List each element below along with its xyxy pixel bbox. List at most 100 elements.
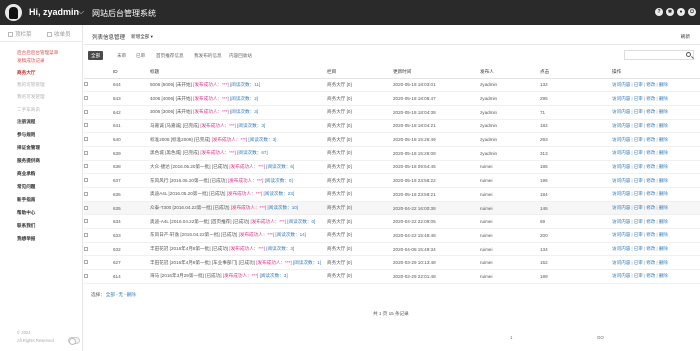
bulk-delete-link[interactable]: 删除 bbox=[127, 292, 136, 297]
row-review-link[interactable]: 已审 bbox=[634, 96, 643, 101]
table-row[interactable]: 642 3006 [3006] [未开始] [发布成功人：***] [阅读次数：3… bbox=[84, 105, 700, 120]
sidebar-item-publish-log[interactable]: 发稿成功记录 bbox=[17, 58, 45, 64]
row-edit-link[interactable]: 修改 bbox=[646, 273, 655, 278]
row-checkbox[interactable] bbox=[84, 123, 88, 128]
row-title-name[interactable]: 丰田花冠 bbox=[150, 260, 168, 265]
sidebar-item-admin-menu[interactable]: 后台后后台管理菜单 bbox=[17, 50, 58, 56]
row-title-name[interactable]: 5006 bbox=[150, 82, 160, 87]
row-review-link[interactable]: 已审 bbox=[634, 164, 643, 169]
row-delete-link[interactable]: 删除 bbox=[659, 109, 668, 114]
row-checkbox[interactable] bbox=[84, 137, 88, 142]
chevron-down-icon[interactable]: ⌵ bbox=[78, 7, 84, 17]
user-greeting[interactable]: Hi, zyadmin bbox=[29, 7, 79, 17]
row-title[interactable]: 5006 [5006] [未开始] [发布成功人：***] [阅读次数：11] bbox=[150, 78, 327, 93]
row-edit-link[interactable]: 修改 bbox=[646, 178, 655, 183]
row-visit-link[interactable]: 访问内容 bbox=[612, 164, 630, 169]
row-review-link[interactable]: 已审 bbox=[634, 109, 643, 114]
sidebar-item-deposit[interactable]: 择证金管理 bbox=[17, 145, 40, 151]
row-edit-link[interactable]: 修改 bbox=[646, 96, 655, 101]
row-delete-link[interactable]: 删除 bbox=[659, 219, 668, 224]
row-edit-link[interactable]: 修改 bbox=[646, 219, 655, 224]
row-review-link[interactable]: 已审 bbox=[634, 273, 643, 278]
sidebar-item-guide[interactable]: 新手指南 bbox=[17, 197, 35, 203]
row-title-name[interactable]: 4006 bbox=[150, 96, 160, 101]
sidebar-item-my-manage[interactable]: 我的可管管理 bbox=[17, 82, 45, 88]
row-visit-link[interactable]: 访问内容 bbox=[612, 82, 630, 87]
table-row[interactable]: 627 丰田花冠 [2016年4月8第一批] [车业事部门] [已成功] [发布成… bbox=[84, 255, 700, 271]
row-visit-link[interactable]: 访问内容 bbox=[612, 205, 630, 210]
filter-my-posts[interactable]: 我发布的信息 bbox=[191, 51, 225, 60]
filter-home-recommend[interactable]: 首页推荐信息 bbox=[153, 51, 187, 60]
search-icon[interactable] bbox=[686, 52, 691, 57]
row-checkbox[interactable] bbox=[84, 82, 88, 87]
table-row[interactable]: 644 5006 [5006] [未开始] [发布成功人：***] [阅读次数：1… bbox=[84, 78, 700, 93]
row-title[interactable]: 大众-捷达 [2016.05.20第一批] [已成功] [发布成功人：***] … bbox=[150, 160, 327, 175]
row-title-name[interactable]: 丰田花冠 bbox=[150, 246, 168, 251]
row-title-name[interactable]: 马嘉诚 bbox=[150, 123, 164, 128]
sidebar-item-report[interactable]: 我想举报 bbox=[17, 236, 35, 242]
tab-top-menu[interactable]: 顶栏菜 bbox=[8, 30, 32, 38]
filter-reviewed[interactable]: 已审 bbox=[133, 51, 148, 60]
row-delete-link[interactable]: 删除 bbox=[659, 191, 668, 196]
row-title[interactable]: 4006 [4006] [未开始] [发布成功人：***] [阅读次数：2] bbox=[150, 91, 327, 106]
add-all-dropdown[interactable]: 新增全部 ▾ bbox=[131, 34, 153, 40]
row-title-name[interactable]: 海马 bbox=[150, 273, 159, 278]
logout-icon[interactable]: ⏻ bbox=[688, 8, 696, 16]
filter-recycle-bin[interactable]: 内容回收站 bbox=[226, 51, 255, 60]
goto-button[interactable]: GO bbox=[597, 335, 604, 340]
row-delete-link[interactable]: 删除 bbox=[659, 96, 668, 101]
filter-all[interactable]: 全部 bbox=[88, 51, 104, 60]
row-edit-link[interactable]: 修改 bbox=[646, 164, 655, 169]
sidebar-item-business-hall[interactable]: 商务大厅 bbox=[17, 70, 35, 76]
tab-collector[interactable]: 收单员 bbox=[47, 30, 71, 38]
row-delete-link[interactable]: 删除 bbox=[659, 273, 668, 278]
row-review-link[interactable]: 已审 bbox=[634, 123, 643, 128]
row-title[interactable]: 东风日产-轩逸 [2016.04.22第一批] [已成功] [发布成功人：***… bbox=[150, 228, 327, 243]
sidebar-item-my-publish[interactable]: 我的可发管理 bbox=[17, 94, 45, 100]
row-visit-link[interactable]: 访问内容 bbox=[612, 109, 630, 114]
row-visit-link[interactable]: 访问内容 bbox=[612, 150, 630, 155]
row-title[interactable]: 丰田花冠 [2016年4月8第一批] [车业事部门] [已成功] [发布成功人：… bbox=[150, 255, 327, 271]
row-visit-link[interactable]: 访问内容 bbox=[612, 219, 630, 224]
user-icon[interactable]: ● bbox=[677, 8, 685, 16]
row-delete-link[interactable]: 删除 bbox=[659, 178, 668, 183]
select-all-link[interactable]: 全部 bbox=[106, 292, 115, 297]
table-row[interactable]: 636 奥迪A4L [2016.05.20第一批] [已成功] [发布成功人：**… bbox=[84, 187, 700, 202]
table-row[interactable]: 641 马嘉诚 [马嘉诚] [已完成] [发布成功人：***] [阅读次数：3] 商… bbox=[84, 119, 700, 134]
row-edit-link[interactable]: 修改 bbox=[646, 246, 655, 251]
row-review-link[interactable]: 已审 bbox=[634, 260, 643, 265]
row-visit-link[interactable]: 访问内容 bbox=[612, 260, 630, 265]
row-edit-link[interactable]: 修改 bbox=[646, 260, 655, 265]
row-delete-link[interactable]: 删除 bbox=[659, 164, 668, 169]
row-edit-link[interactable]: 修改 bbox=[646, 232, 655, 237]
row-delete-link[interactable]: 删除 bbox=[659, 246, 668, 251]
row-edit-link[interactable]: 修改 bbox=[646, 150, 655, 155]
row-edit-link[interactable]: 修改 bbox=[646, 137, 655, 142]
row-delete-link[interactable]: 删除 bbox=[659, 123, 668, 128]
page-number-input[interactable]: 1 bbox=[510, 335, 512, 340]
search-input[interactable] bbox=[624, 50, 694, 60]
sidebar-item-purchase[interactable]: 商业承购 bbox=[17, 171, 35, 177]
row-title[interactable]: 海马 [2016年3月29第一批] [已成功] [发布成功人：***] [阅读次… bbox=[150, 269, 327, 284]
row-edit-link[interactable]: 修改 bbox=[646, 109, 655, 114]
avatar[interactable] bbox=[5, 4, 22, 21]
table-row[interactable]: 638 大众-捷达 [2016.05.20第一批] [已成功] [发布成功人：**… bbox=[84, 160, 700, 175]
sidebar-item-register[interactable]: 注册流程 bbox=[17, 119, 35, 125]
row-checkbox[interactable] bbox=[84, 205, 88, 210]
row-review-link[interactable]: 已审 bbox=[634, 191, 643, 196]
row-review-link[interactable]: 已审 bbox=[634, 246, 643, 251]
row-edit-link[interactable]: 修改 bbox=[646, 82, 655, 87]
settings-icon[interactable]: ✱ bbox=[666, 8, 674, 16]
table-row[interactable]: 634 奥迪-A4L [2016.04.22第一批] [首页推荐] [已成功] [… bbox=[84, 214, 700, 230]
sidebar-item-faq[interactable]: 常见问题 bbox=[17, 184, 35, 190]
row-checkbox[interactable] bbox=[84, 191, 88, 196]
row-review-link[interactable]: 已审 bbox=[634, 232, 643, 237]
sidebar-item-providers[interactable]: 服务提供商 bbox=[17, 158, 40, 164]
row-title[interactable]: 3006 [3006] [未开始] [发布成功人：***] [阅读次数：3] bbox=[150, 105, 327, 120]
row-review-link[interactable]: 已审 bbox=[634, 178, 643, 183]
table-row[interactable]: 637 东风风行 [2016.05.20第一批] [已成功] [发布成功人：***… bbox=[84, 173, 700, 188]
row-edit-link[interactable]: 修改 bbox=[646, 205, 655, 210]
sidebar-item-contact[interactable]: 联系我们 bbox=[17, 223, 35, 229]
row-title-name[interactable]: 3006 bbox=[150, 109, 160, 114]
sidebar-item-rules[interactable]: 参与规则 bbox=[17, 132, 35, 138]
